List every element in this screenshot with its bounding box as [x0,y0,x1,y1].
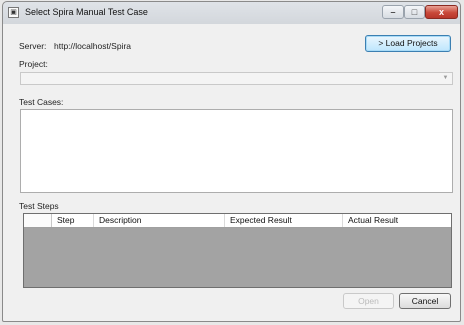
window-title: Select Spira Manual Test Case [25,7,148,17]
test-steps-grid[interactable]: Step Description Expected Result Actual … [23,213,452,288]
column-header-expected-result[interactable]: Expected Result [225,214,343,227]
chevron-down-icon[interactable]: ▼ [439,73,452,84]
load-projects-button[interactable]: > Load Projects [365,35,451,52]
column-header-step[interactable]: Step [52,214,94,227]
close-icon: x [438,7,444,17]
column-header-description[interactable]: Description [94,214,225,227]
minimize-button[interactable]: – [382,5,404,19]
column-header-actual-result[interactable]: Actual Result [343,214,451,227]
grid-header: Step Description Expected Result Actual … [24,214,451,228]
test-case-app-icon: ▣ [8,7,19,18]
server-label: Server: [19,41,47,51]
open-button[interactable]: Open [343,293,394,309]
test-steps-label: Test Steps [19,201,59,211]
project-dropdown[interactable]: ▼ [20,72,453,85]
project-label: Project: [19,59,48,69]
maximize-icon: □ [411,7,418,17]
test-cases-list[interactable] [20,109,453,193]
row-header-corner[interactable] [24,214,52,227]
close-button[interactable]: x [425,5,458,19]
dialog-window: ▣ Select Spira Manual Test Case – □ x Se… [2,1,461,322]
test-cases-label: Test Cases: [19,97,64,107]
server-url: http://localhost/Spira [54,41,132,51]
cancel-button[interactable]: Cancel [399,293,451,309]
maximize-button[interactable]: □ [404,5,425,19]
minimize-icon: – [390,7,396,17]
title-bar[interactable]: ▣ Select Spira Manual Test Case – □ x [3,2,460,24]
